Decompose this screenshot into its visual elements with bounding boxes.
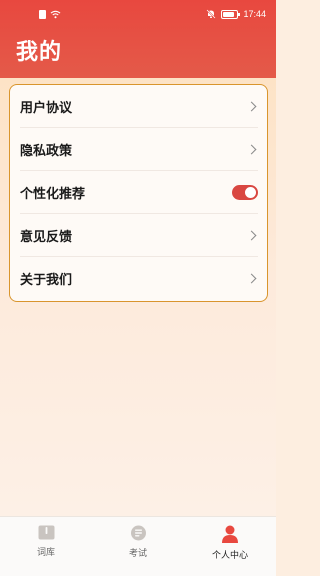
tab-exam[interactable]: 考试 bbox=[103, 525, 173, 559]
status-time: 17:44 bbox=[243, 9, 266, 19]
menu-item-label: 用户协议 bbox=[20, 100, 73, 116]
page-title: 我的 bbox=[16, 40, 63, 65]
book-icon bbox=[38, 525, 55, 540]
menu-item-personalized-recommendation: 个性化推荐 bbox=[20, 171, 258, 214]
menu-item-about-us[interactable]: 关于我们 bbox=[20, 257, 258, 300]
status-left bbox=[39, 10, 61, 19]
menu-item-label: 隐私政策 bbox=[20, 143, 73, 159]
mute-bell-icon bbox=[206, 9, 217, 19]
sim-icon bbox=[39, 10, 46, 19]
chevron-right-icon bbox=[246, 144, 257, 154]
menu-item-user-agreement[interactable]: 用户协议 bbox=[20, 85, 258, 128]
battery-icon bbox=[221, 9, 241, 19]
tab-label: 考试 bbox=[128, 549, 147, 559]
menu-item-label: 个性化推荐 bbox=[20, 186, 86, 202]
chevron-right-icon bbox=[246, 101, 257, 111]
chevron-right-icon bbox=[246, 230, 257, 240]
toggle-knob bbox=[245, 186, 256, 198]
tab-vocabulary[interactable]: 词库 bbox=[11, 525, 81, 558]
menu-item-label: 关于我们 bbox=[20, 273, 73, 288]
settings-menu-card: 用户协议 隐私政策 个性化推荐 意见反馈 关于我们 bbox=[9, 84, 268, 302]
menu-item-privacy-policy[interactable]: 隐私政策 bbox=[20, 128, 258, 171]
status-bar: 17:44 bbox=[0, 0, 276, 26]
menu-item-label: 意见反馈 bbox=[20, 229, 73, 245]
tab-label: 个人中心 bbox=[211, 551, 248, 561]
chevron-right-icon bbox=[246, 273, 257, 284]
wifi-icon bbox=[50, 10, 61, 19]
tab-label: 词库 bbox=[36, 548, 55, 558]
person-icon bbox=[221, 525, 239, 543]
status-right: 17:44 bbox=[206, 9, 266, 19]
personalized-recommendation-toggle[interactable] bbox=[232, 184, 258, 200]
exam-icon bbox=[130, 525, 147, 541]
tab-profile[interactable]: 个人中心 bbox=[195, 525, 265, 561]
menu-item-feedback[interactable]: 意见反馈 bbox=[20, 214, 258, 257]
bottom-tab-bar: 词库 考试 个人中心 bbox=[0, 516, 276, 576]
